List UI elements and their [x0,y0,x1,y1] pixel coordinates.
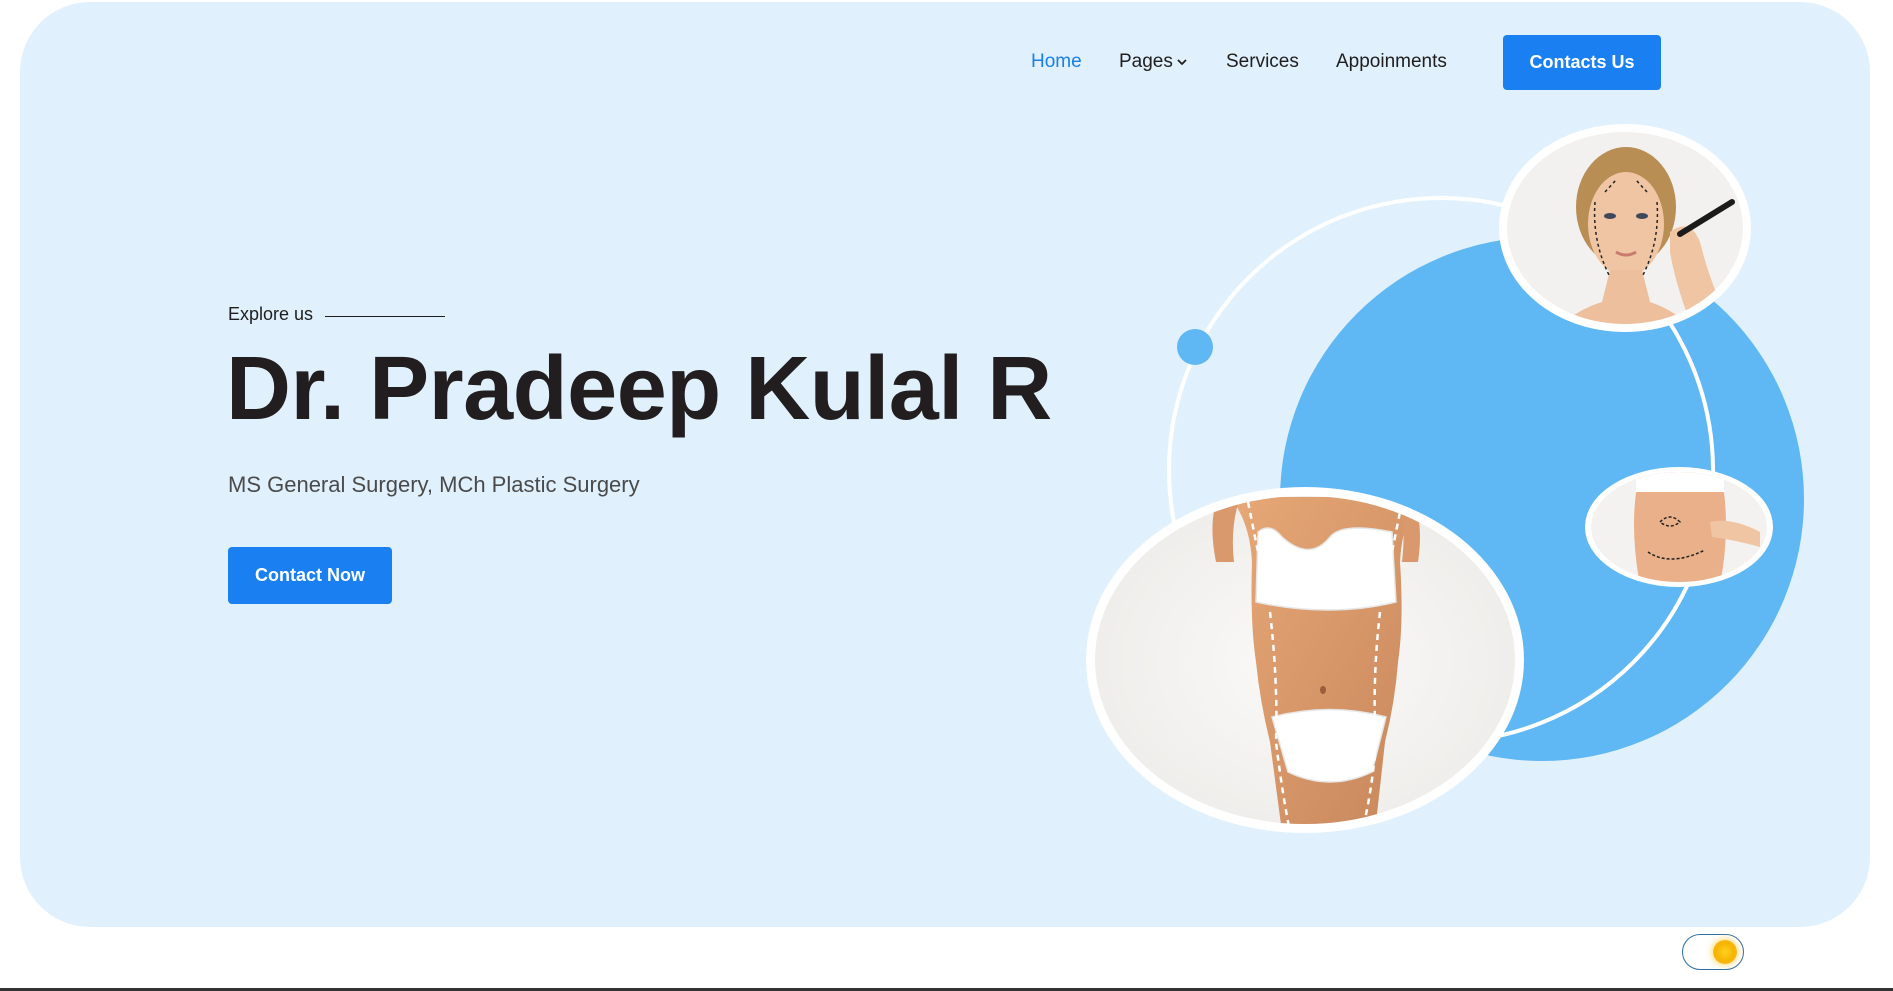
eyebrow-divider [325,315,446,318]
page-subtitle: MS General Surgery, MCh Plastic Surgery [228,472,640,497]
page-title: Dr. Pradeep Kulal R [226,339,1052,439]
nav-pages-link[interactable]: Pages [1119,51,1189,73]
eyebrow-text: Explore us [228,304,314,324]
contact-now-button[interactable]: Contact Now [228,547,392,604]
face-surgery-photo [1499,124,1751,332]
chevron-down-icon [1177,59,1187,66]
nav-appointments-link[interactable]: Appoinments [1336,51,1447,73]
nav-services-link[interactable]: Services [1226,51,1299,73]
contacts-us-button[interactable]: Contacts Us [1503,35,1661,90]
body-contouring-photo [1086,487,1524,833]
sun-icon [1713,940,1737,964]
eyebrow: Explore us [228,304,446,325]
theme-toggle[interactable] [1682,934,1744,970]
abdomen-surgery-photo [1585,467,1773,587]
nav-pages-label: Pages [1119,51,1173,72]
hero-section: Home Pages Services Appoinments Contacts… [20,2,1870,927]
orbit-dot [1177,329,1213,365]
nav-home-link[interactable]: Home [1031,51,1082,73]
hero-illustration [1086,124,1804,833]
main-nav: Home Pages Services Appoinments Contacts… [20,35,1870,91]
